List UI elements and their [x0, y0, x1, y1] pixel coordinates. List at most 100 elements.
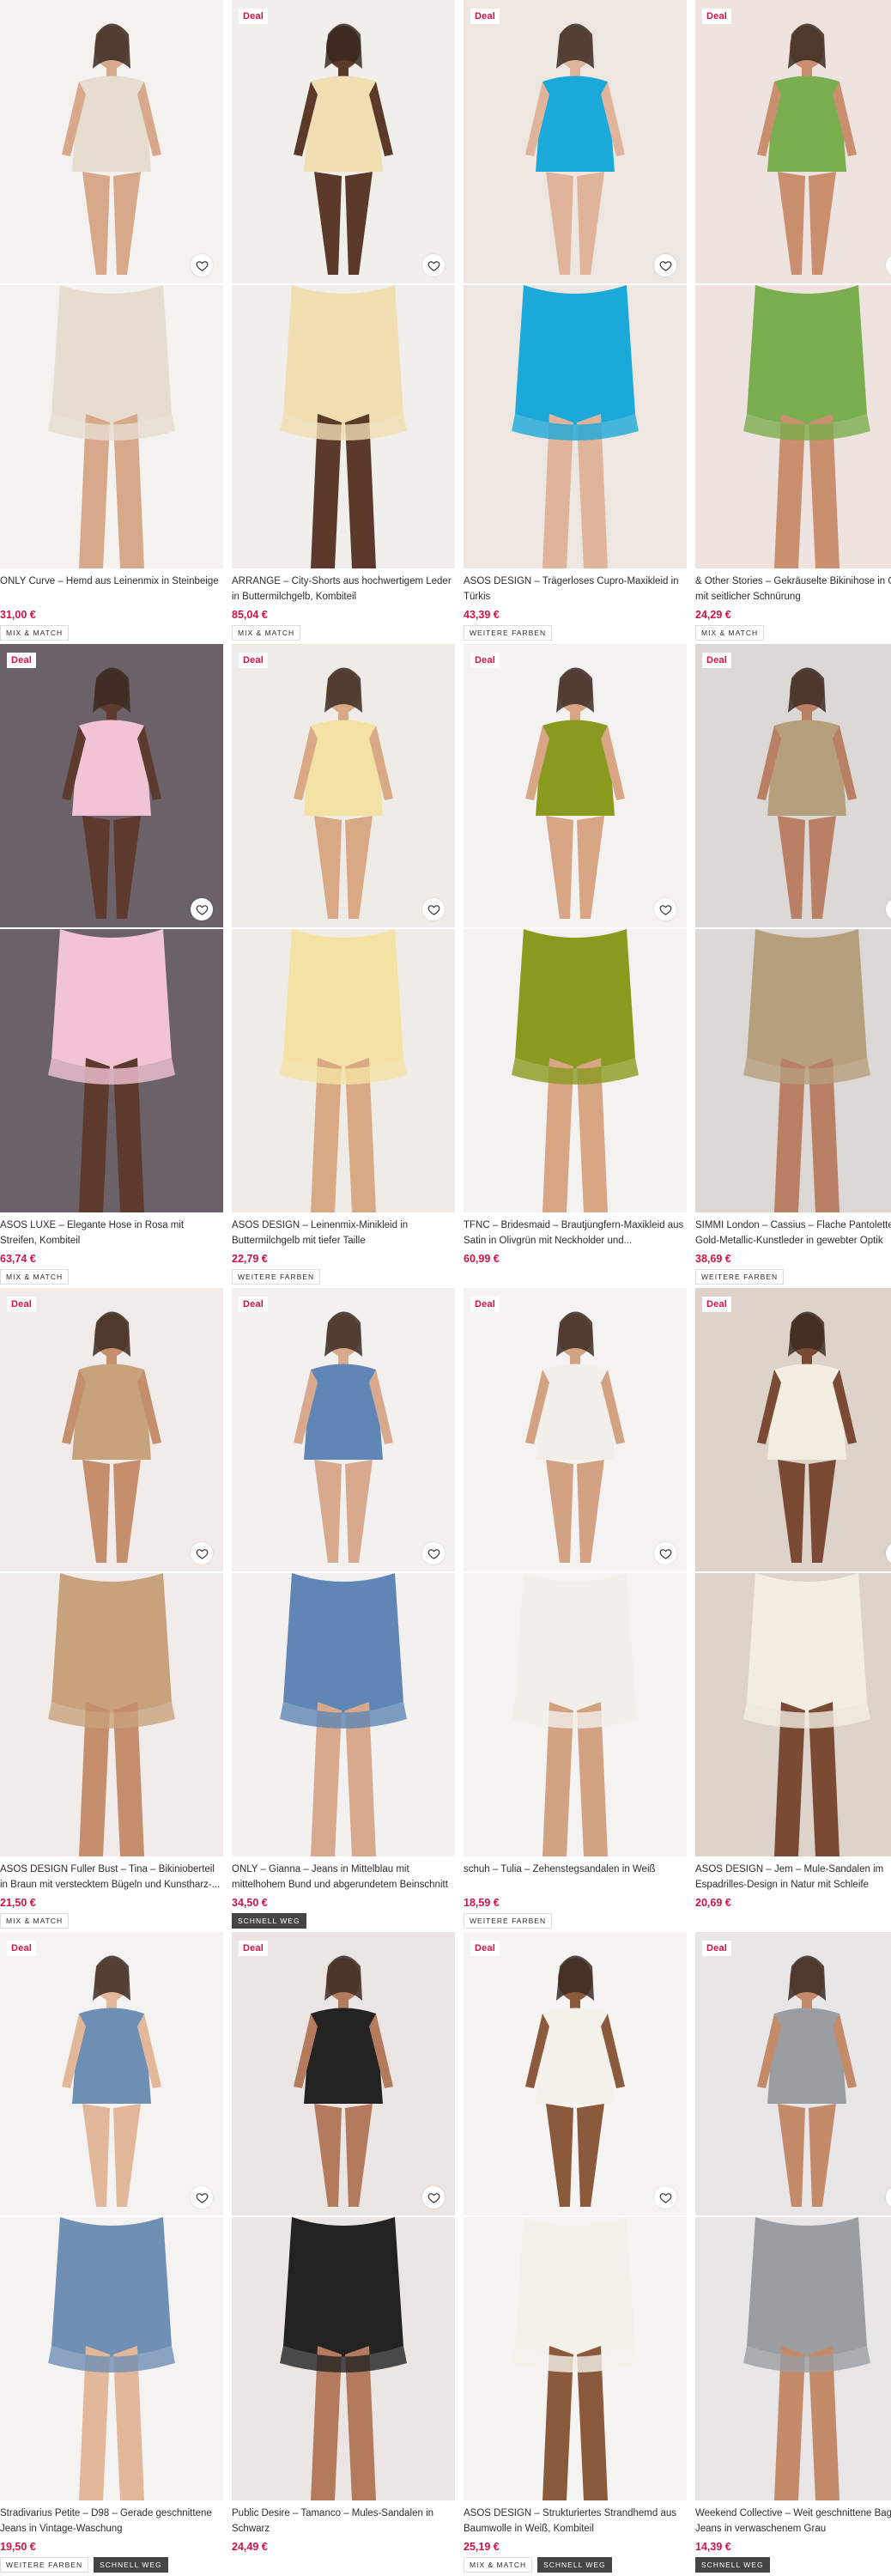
product-card[interactable]: Deal & Other Stories – Gekräuselte Bikin…	[695, 0, 891, 644]
product-card[interactable]: Deal ASOS LUXE – Elegante Hose in Rosa m…	[0, 644, 223, 1288]
product-tags: MIX & MATCH	[232, 625, 455, 641]
deal-badge: Deal	[7, 1941, 37, 1956]
product-card[interactable]: Deal ASOS DESIGN – Strukturiertes Strand…	[464, 1932, 687, 2576]
product-title[interactable]: Weekend Collective – Weit geschnittene B…	[695, 2506, 891, 2537]
product-image[interactable]	[695, 644, 891, 927]
product-title[interactable]: ONLY Curve – Hemd aus Leinenmix in Stein…	[0, 574, 223, 605]
product-tag: WEITERE FARBEN	[464, 625, 553, 641]
product-image-alt[interactable]	[695, 929, 891, 1212]
product-info: SIMMI London – Cassius – Flache Pantolet…	[695, 1218, 891, 1285]
product-tag: MIX & MATCH	[232, 625, 301, 641]
product-info: ASOS LUXE – Elegante Hose in Rosa mit St…	[0, 1218, 223, 1285]
product-price: 18,59 €	[464, 1897, 500, 1909]
product-tag: WEITERE FARBEN	[695, 1269, 785, 1285]
product-card[interactable]: Deal ARRANGE – City-Shorts aus hochwerti…	[232, 0, 455, 644]
product-info: Weekend Collective – Weit geschnittene B…	[695, 2506, 891, 2573]
product-title[interactable]: ASOS DESIGN – Trägerloses Cupro-Maxiklei…	[464, 574, 687, 605]
product-image-alt[interactable]	[232, 1573, 455, 1856]
save-for-later-button[interactable]	[191, 2186, 213, 2208]
product-title[interactable]: SIMMI London – Cassius – Flache Pantolet…	[695, 1218, 891, 1249]
product-tag: SCHNELL WEG	[94, 2557, 168, 2573]
product-image[interactable]	[232, 644, 455, 927]
product-tag: SCHNELL WEG	[695, 2557, 770, 2573]
product-card[interactable]: Deal ASOS DESIGN – Jem – Mule-Sandalen i…	[695, 1288, 891, 1932]
product-card[interactable]: Deal Public Desire – Tamanco – Mules-San…	[232, 1932, 455, 2576]
product-image[interactable]	[0, 1932, 223, 2215]
save-for-later-button[interactable]	[191, 898, 213, 920]
product-info: ONLY Curve – Hemd aus Leinenmix in Stein…	[0, 574, 223, 641]
save-for-later-button[interactable]	[191, 1542, 213, 1564]
save-for-later-button[interactable]	[654, 1542, 676, 1564]
product-title[interactable]: ARRANGE – City-Shorts aus hochwertigem L…	[232, 574, 455, 605]
product-title[interactable]: ASOS DESIGN – Leinenmix-Minikleid in But…	[232, 1218, 455, 1249]
product-card[interactable]: Deal ASOS DESIGN Fuller Bust – Tina – Bi…	[0, 1288, 223, 1932]
product-title[interactable]: TFNC – Bridesmaid – Brautjungfern-Maxikl…	[464, 1218, 687, 1249]
save-for-later-button[interactable]	[654, 254, 676, 276]
save-for-later-button[interactable]	[422, 254, 445, 276]
product-image-alt[interactable]	[464, 285, 687, 568]
product-title[interactable]: ASOS DESIGN – Strukturiertes Strandhemd …	[464, 2506, 687, 2537]
product-image-alt[interactable]	[0, 929, 223, 1212]
save-for-later-button[interactable]	[422, 1542, 445, 1564]
deal-badge: Deal	[239, 1941, 269, 1956]
product-card[interactable]: Deal Stradivarius Petite – D98 – Gerade …	[0, 1932, 223, 2576]
product-image[interactable]	[0, 0, 223, 283]
product-card[interactable]: Deal schuh – Tulia – Zehenstegsandalen i…	[464, 1288, 687, 1932]
save-for-later-button[interactable]	[422, 2186, 445, 2208]
product-image[interactable]	[464, 0, 687, 283]
product-image-alt[interactable]	[464, 2217, 687, 2500]
product-image-alt[interactable]	[0, 2217, 223, 2500]
product-title[interactable]: Public Desire – Tamanco – Mules-Sandalen…	[232, 2506, 455, 2537]
product-title[interactable]: ASOS LUXE – Elegante Hose in Rosa mit St…	[0, 1218, 223, 1249]
product-image[interactable]	[232, 0, 455, 283]
product-image[interactable]	[464, 644, 687, 927]
product-title[interactable]: schuh – Tulia – Zehenstegsandalen in Wei…	[464, 1862, 687, 1893]
deal-badge: Deal	[702, 9, 732, 24]
save-for-later-button[interactable]	[422, 898, 445, 920]
product-image[interactable]	[464, 1288, 687, 1571]
deal-badge: Deal	[470, 1941, 500, 1956]
save-for-later-button[interactable]	[191, 254, 213, 276]
product-image[interactable]	[695, 1288, 891, 1571]
product-image[interactable]	[464, 1932, 687, 2215]
product-card[interactable]: Deal ONLY – Gianna – Jeans in Mittelblau…	[232, 1288, 455, 1932]
save-for-later-button[interactable]	[654, 898, 676, 920]
product-image[interactable]	[695, 1932, 891, 2215]
product-image-alt[interactable]	[232, 929, 455, 1212]
product-image-alt[interactable]	[232, 285, 455, 568]
product-image[interactable]	[0, 644, 223, 927]
product-title[interactable]: ASOS DESIGN Fuller Bust – Tina – Bikinio…	[0, 1862, 223, 1893]
save-for-later-button[interactable]	[654, 2186, 676, 2208]
product-info: ASOS DESIGN – Strukturiertes Strandhemd …	[464, 2506, 687, 2573]
product-image-alt[interactable]	[695, 1573, 891, 1856]
product-image-alt[interactable]	[464, 1573, 687, 1856]
product-image[interactable]	[232, 1288, 455, 1571]
product-card[interactable]: ONLY Curve – Hemd aus Leinenmix in Stein…	[0, 0, 223, 644]
deal-badge: Deal	[239, 653, 269, 668]
deal-badge: Deal	[470, 9, 500, 24]
product-price: 20,69 €	[695, 1897, 731, 1909]
product-title[interactable]: ONLY – Gianna – Jeans in Mittelblau mit …	[232, 1862, 455, 1893]
product-image[interactable]	[232, 1932, 455, 2215]
product-title[interactable]: & Other Stories – Gekräuselte Bikinihose…	[695, 574, 891, 605]
product-image-alt[interactable]	[0, 285, 223, 568]
product-card[interactable]: Deal SIMMI London – Cassius – Flache Pan…	[695, 644, 891, 1288]
deal-badge: Deal	[7, 653, 37, 668]
product-image-alt[interactable]	[464, 929, 687, 1212]
product-image-alt[interactable]	[232, 2217, 455, 2500]
product-image-alt[interactable]	[695, 2217, 891, 2500]
product-card[interactable]: Deal Weekend Collective – Weit geschnitt…	[695, 1932, 891, 2576]
product-image[interactable]	[0, 1288, 223, 1571]
product-title[interactable]: ASOS DESIGN – Jem – Mule-Sandalen im Esp…	[695, 1862, 891, 1893]
product-card[interactable]: Deal ASOS DESIGN – Trägerloses Cupro-Max…	[464, 0, 687, 644]
heart-icon	[427, 1547, 440, 1560]
heart-icon	[659, 1547, 672, 1560]
deal-badge: Deal	[702, 1941, 732, 1956]
product-card[interactable]: Deal TFNC – Bridesmaid – Brautjungfern-M…	[464, 644, 687, 1288]
product-image[interactable]	[695, 0, 891, 283]
product-price: 63,74 €	[0, 1253, 36, 1265]
product-image-alt[interactable]	[0, 1573, 223, 1856]
product-title[interactable]: Stradivarius Petite – D98 – Gerade gesch…	[0, 2506, 223, 2537]
product-card[interactable]: Deal ASOS DESIGN – Leinenmix-Minikleid i…	[232, 644, 455, 1288]
product-image-alt[interactable]	[695, 285, 891, 568]
